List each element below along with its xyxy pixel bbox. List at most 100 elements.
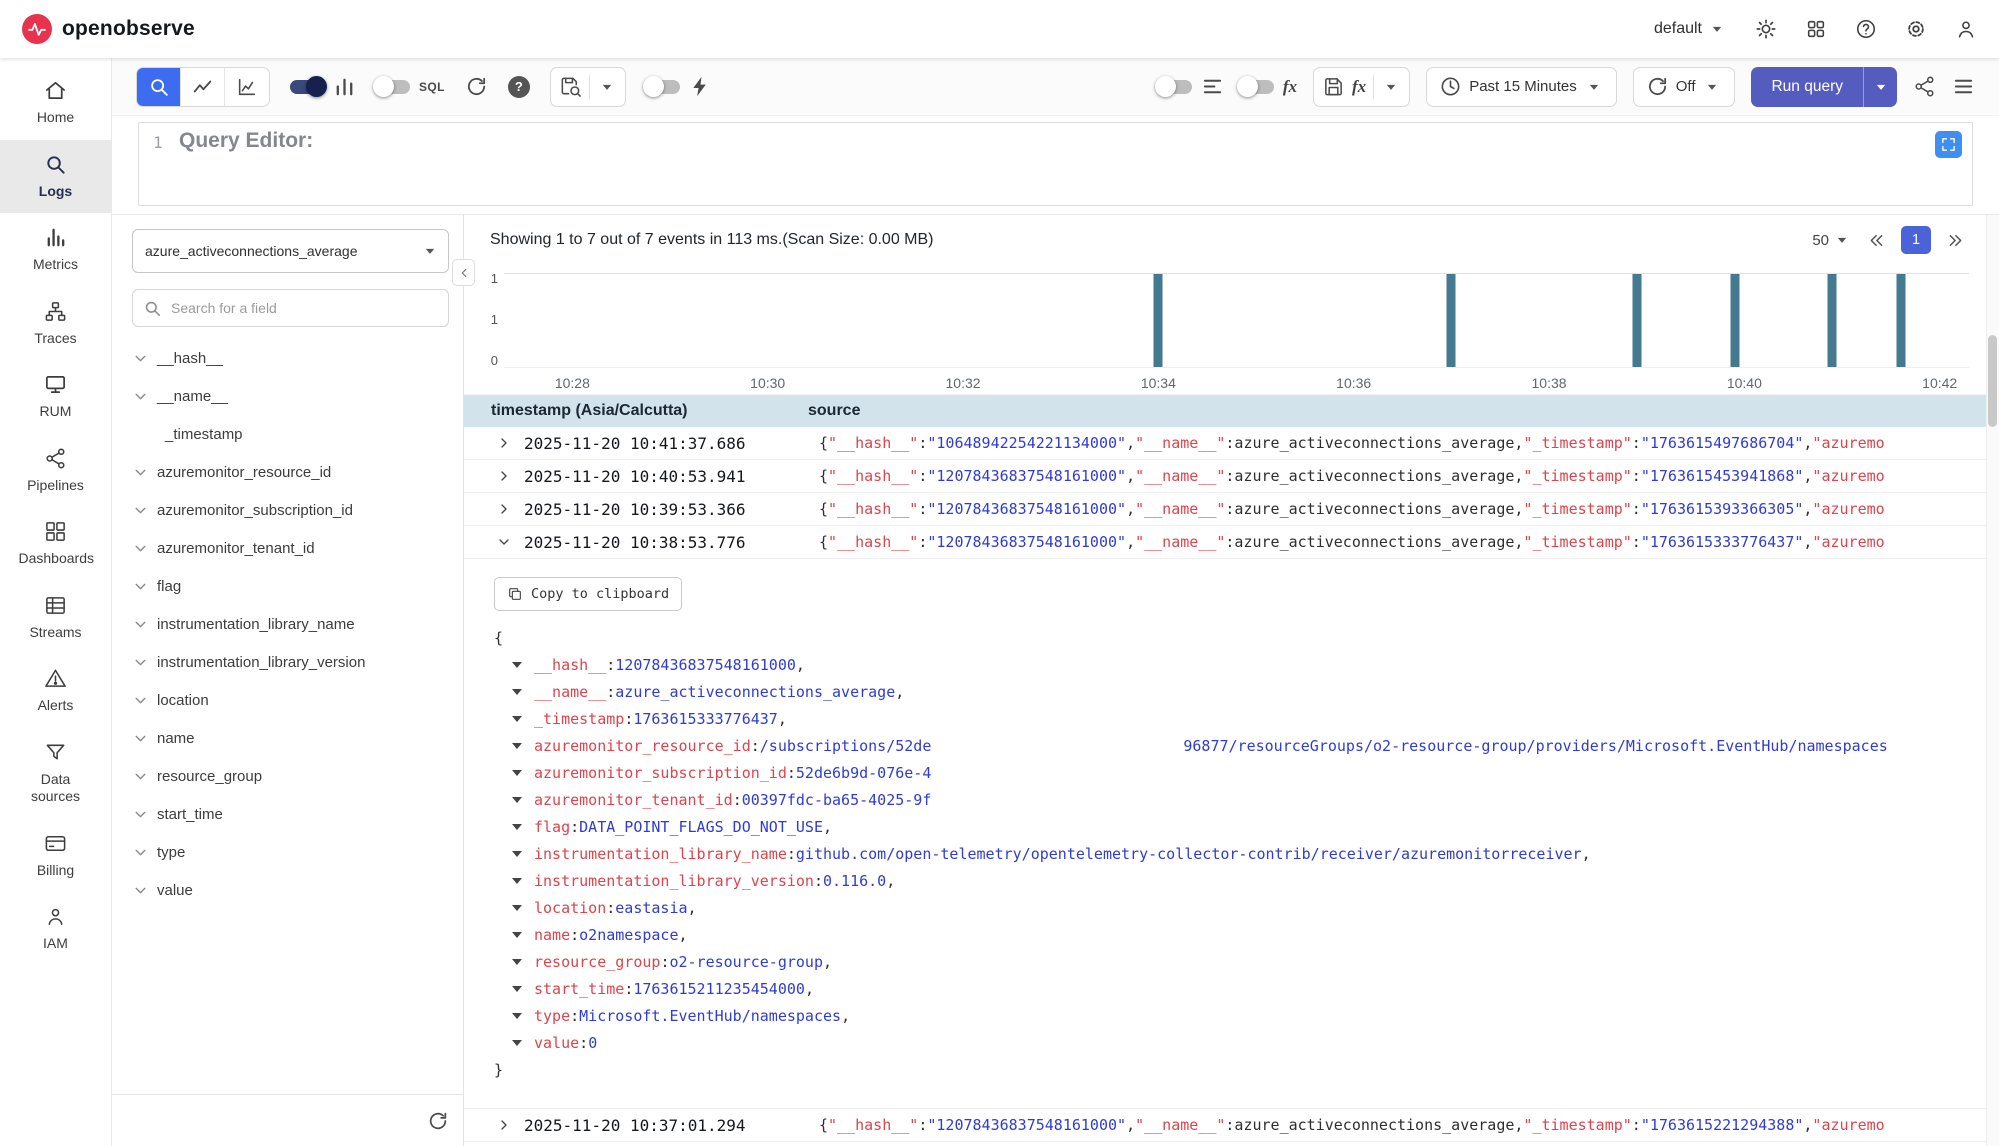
- field-item-azuremonitor_resource_id[interactable]: azuremonitor_resource_id: [132, 453, 449, 491]
- field-item-instrumentation_library_version[interactable]: instrumentation_library_version: [132, 643, 449, 681]
- run-query-button[interactable]: Run query: [1751, 67, 1863, 107]
- table-row[interactable]: 2025-11-20 10:39:53.366{"__hash__":"1207…: [464, 493, 1999, 526]
- quick-mode-toggle[interactable]: [646, 80, 680, 94]
- first-page-button[interactable]: [1867, 231, 1886, 250]
- help-icon[interactable]: [1855, 18, 1877, 40]
- collapse-triangle-icon[interactable]: [512, 932, 522, 938]
- sidebar-item-dashboards[interactable]: Dashboards: [0, 507, 111, 581]
- json-field-_timestamp[interactable]: _timestamp:1763615333776437,: [494, 706, 1973, 733]
- histogram-bar[interactable]: [1828, 274, 1837, 367]
- json-field-type[interactable]: type:Microsoft.EventHub/namespaces,: [494, 1003, 1973, 1030]
- visualize-mode-button[interactable]: [181, 68, 225, 106]
- sidebar-item-iam[interactable]: IAM: [0, 892, 111, 966]
- histogram-bar[interactable]: [1730, 274, 1739, 367]
- search-mode-button[interactable]: [137, 68, 181, 106]
- collapse-triangle-icon[interactable]: [512, 986, 522, 992]
- sidebar-item-data-sources[interactable]: Data sources: [0, 728, 111, 819]
- chevron-right-icon[interactable]: [484, 468, 524, 484]
- field-item-__hash__[interactable]: __hash__: [132, 339, 449, 377]
- histogram-bar[interactable]: [1447, 274, 1456, 367]
- sidebar-item-rum[interactable]: RUM: [0, 360, 111, 434]
- chevron-right-icon[interactable]: [484, 1117, 524, 1133]
- collapse-triangle-icon[interactable]: [512, 770, 522, 776]
- field-item-_timestamp[interactable]: _timestamp: [132, 415, 449, 453]
- field-item-flag[interactable]: flag: [132, 567, 449, 605]
- histogram-bar[interactable]: [1632, 274, 1641, 367]
- collapse-triangle-icon[interactable]: [512, 716, 522, 722]
- run-query-menu-button[interactable]: [1863, 67, 1897, 107]
- settings-icon[interactable]: [1905, 18, 1927, 40]
- collapse-triangle-icon[interactable]: [512, 905, 522, 911]
- field-item-resource_group[interactable]: resource_group: [132, 757, 449, 795]
- field-item-azuremonitor_tenant_id[interactable]: azuremonitor_tenant_id: [132, 529, 449, 567]
- collapse-triangle-icon[interactable]: [512, 1013, 522, 1019]
- json-field-resource_group[interactable]: resource_group:o2-resource-group,: [494, 949, 1973, 976]
- menu-icon[interactable]: [1952, 75, 1975, 98]
- expand-editor-button[interactable]: [1935, 131, 1962, 158]
- scrollbar-thumb[interactable]: [1988, 335, 1997, 427]
- json-field-instrumentation_library_name[interactable]: instrumentation_library_name:github.com/…: [494, 841, 1973, 868]
- field-item-__name__[interactable]: __name__: [132, 377, 449, 415]
- copy-to-clipboard-button[interactable]: Copy to clipboard: [494, 577, 682, 611]
- histogram-toggle[interactable]: [290, 80, 324, 94]
- collapse-triangle-icon[interactable]: [512, 824, 522, 830]
- collapse-triangle-icon[interactable]: [512, 959, 522, 965]
- sidebar-item-pipelines[interactable]: Pipelines: [0, 434, 111, 508]
- sql-mode-toggle[interactable]: [376, 80, 410, 94]
- field-item-instrumentation_library_name[interactable]: instrumentation_library_name: [132, 605, 449, 643]
- share-icon[interactable]: [1913, 75, 1936, 98]
- collapse-triangle-icon[interactable]: [512, 878, 522, 884]
- field-item-type[interactable]: type: [132, 833, 449, 871]
- collapse-triangle-icon[interactable]: [512, 743, 522, 749]
- apps-icon[interactable]: [1805, 18, 1827, 40]
- refresh-icon[interactable]: [465, 75, 488, 98]
- current-page-button[interactable]: 1: [1901, 226, 1931, 254]
- wrap-lines-toggle[interactable]: [1158, 80, 1192, 94]
- sidebar-item-alerts[interactable]: Alerts: [0, 654, 111, 728]
- sidebar-item-logs[interactable]: Logs: [0, 140, 111, 214]
- caret-down-icon[interactable]: [597, 77, 617, 97]
- user-icon[interactable]: [1955, 18, 1977, 40]
- sidebar-item-billing[interactable]: Billing: [0, 819, 111, 893]
- function-toggle[interactable]: [1240, 80, 1274, 94]
- sidebar-item-traces[interactable]: Traces: [0, 287, 111, 361]
- table-row[interactable]: 2025-11-20 10:38:53.776{"__hash__":"1207…: [464, 526, 1999, 559]
- refresh-fields-icon[interactable]: [427, 1110, 449, 1132]
- json-field-azuremonitor_tenant_id[interactable]: azuremonitor_tenant_id:00397fdc-ba65-402…: [494, 787, 1973, 814]
- page-size-select[interactable]: 50: [1812, 230, 1852, 250]
- results-scrollbar[interactable]: [1986, 215, 1999, 1146]
- query-editor[interactable]: 1 Query Editor:: [138, 122, 1973, 206]
- table-row[interactable]: 2025-11-20 10:34:00.299{"__hash__":"1698…: [464, 1142, 1999, 1146]
- chevron-right-icon[interactable]: [484, 435, 524, 451]
- save-function-icon[interactable]: [1322, 75, 1345, 98]
- table-row[interactable]: 2025-11-20 10:41:37.686{"__hash__":"1064…: [464, 427, 1999, 460]
- save-search-icon[interactable]: [559, 75, 582, 98]
- last-page-button[interactable]: [1946, 231, 1965, 250]
- json-field-azuremonitor_resource_id[interactable]: azuremonitor_resource_id:/subscriptions/…: [494, 733, 1973, 760]
- auto-refresh-picker[interactable]: Off: [1633, 67, 1736, 107]
- json-field-start_time[interactable]: start_time:1763615211235454000,: [494, 976, 1973, 1003]
- table-row[interactable]: 2025-11-20 10:37:01.294{"__hash__":"1207…: [464, 1109, 1999, 1142]
- json-field-instrumentation_library_version[interactable]: instrumentation_library_version:0.116.0,: [494, 868, 1973, 895]
- json-field-__hash__[interactable]: __hash__:12078436837548161000,: [494, 652, 1973, 679]
- collapse-triangle-icon[interactable]: [512, 1040, 522, 1046]
- collapse-triangle-icon[interactable]: [512, 851, 522, 857]
- field-item-start_time[interactable]: start_time: [132, 795, 449, 833]
- sidebar-item-streams[interactable]: Streams: [0, 581, 111, 655]
- sidebar-item-home[interactable]: Home: [0, 66, 111, 140]
- light-mode-icon[interactable]: [1755, 18, 1777, 40]
- json-field-location[interactable]: location:eastasia,: [494, 895, 1973, 922]
- field-item-name[interactable]: name: [132, 719, 449, 757]
- collapse-triangle-icon[interactable]: [512, 662, 522, 668]
- chart-mode-button[interactable]: [225, 68, 269, 106]
- collapse-fields-panel-button[interactable]: [452, 259, 475, 286]
- help-circle-icon[interactable]: ?: [508, 76, 530, 98]
- chevron-right-icon[interactable]: [484, 501, 524, 517]
- stream-select[interactable]: azure_activeconnections_average: [132, 229, 449, 273]
- collapse-triangle-icon[interactable]: [512, 797, 522, 803]
- json-field-__name__[interactable]: __name__:azure_activeconnections_average…: [494, 679, 1973, 706]
- caret-down-icon[interactable]: [1381, 77, 1401, 97]
- org-selector[interactable]: default: [1654, 19, 1727, 39]
- table-row[interactable]: 2025-11-20 10:40:53.941{"__hash__":"1207…: [464, 460, 1999, 493]
- chevron-down-icon[interactable]: [484, 534, 524, 550]
